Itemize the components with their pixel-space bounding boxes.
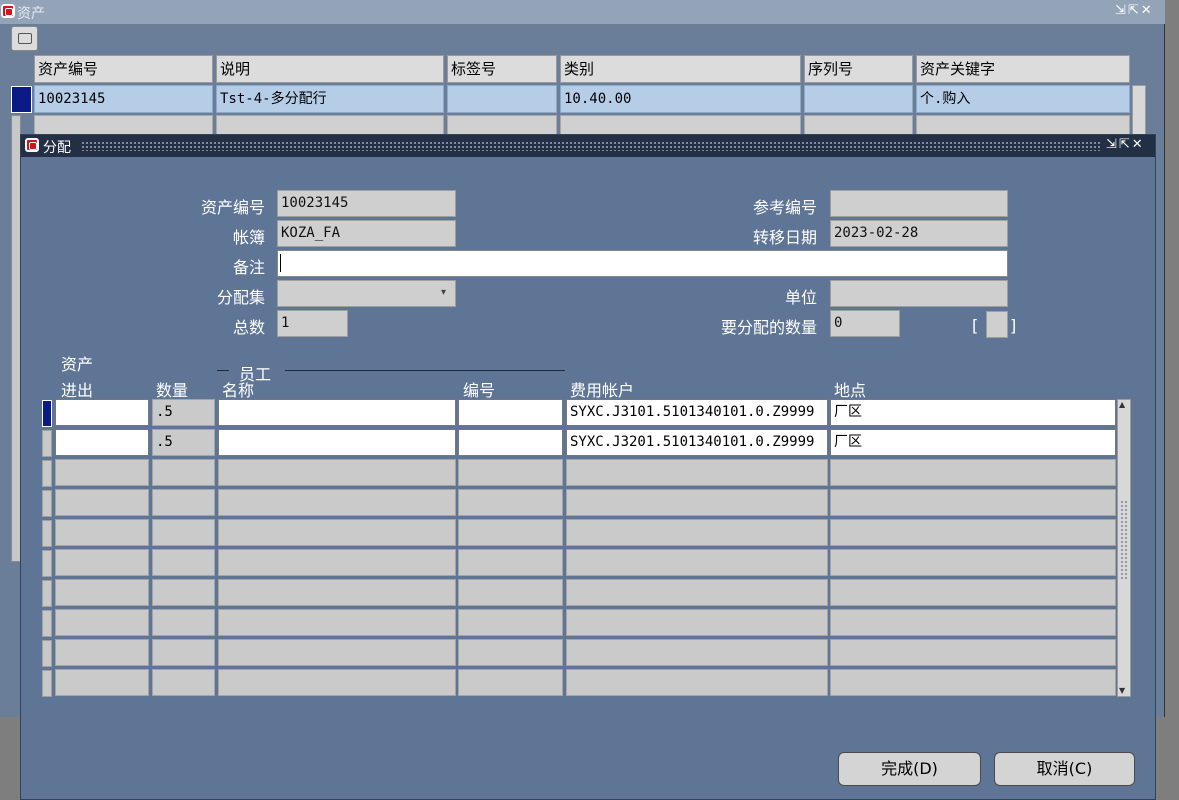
- row-indicator[interactable]: [42, 400, 52, 427]
- folder-icon: [18, 33, 32, 44]
- table-cell-location[interactable]: [830, 609, 1116, 636]
- table-cell-in-out[interactable]: [55, 489, 149, 516]
- table-cell-expense-account[interactable]: [566, 519, 828, 546]
- table-cell-location[interactable]: 厂区: [830, 429, 1116, 456]
- assets-scrollbar[interactable]: [1132, 85, 1146, 135]
- table-cell-location[interactable]: [830, 669, 1116, 696]
- row-indicator[interactable]: [11, 86, 32, 113]
- table-cell-name[interactable]: [218, 489, 456, 516]
- table-cell-number[interactable]: [458, 489, 563, 516]
- table-cell-location[interactable]: [830, 459, 1116, 486]
- table-cell-expense-account[interactable]: SYXC.J3201.5101340101.0.Z9999: [566, 429, 828, 456]
- table-cell-in-out[interactable]: [55, 639, 149, 666]
- done-button[interactable]: 完成(D): [838, 752, 981, 786]
- cancel-button[interactable]: 取消(C): [994, 752, 1135, 786]
- col-description: 说明: [216, 55, 444, 83]
- table-cell-expense-account[interactable]: SYXC.J3101.5101340101.0.Z9999: [566, 399, 828, 426]
- table-cell-number[interactable]: [458, 609, 563, 636]
- table-cell-number[interactable]: [458, 399, 563, 426]
- table-cell-qty[interactable]: [152, 519, 215, 546]
- table-cell-expense-account[interactable]: [566, 669, 828, 696]
- table-cell-in-out[interactable]: [55, 609, 149, 636]
- table-cell-qty[interactable]: [152, 549, 215, 576]
- table-cell-expense-account[interactable]: [566, 579, 828, 606]
- grid-scrollbar[interactable]: ▲ ▼: [1117, 399, 1131, 697]
- table-cell-expense-account[interactable]: [566, 609, 828, 636]
- table-cell-number[interactable]: [458, 669, 563, 696]
- scroll-thumb[interactable]: [1120, 500, 1128, 580]
- col-category: 类别: [560, 55, 801, 83]
- table-cell-location[interactable]: [830, 579, 1116, 606]
- cell-description[interactable]: Tst-4-多分配行: [216, 85, 444, 113]
- distribution-grid: .5 SYXC.J3101.5101340101.0.Z9999 厂区 .5 SYXC.…: [21, 135, 1155, 735]
- table-cell-qty[interactable]: .5: [152, 399, 215, 426]
- table-cell-qty[interactable]: [152, 459, 215, 486]
- table-cell-number[interactable]: [458, 579, 563, 606]
- oracle-logo-icon: [1, 4, 15, 18]
- folder-open-button[interactable]: [11, 26, 38, 51]
- col-asset-key: 资产关键字: [916, 55, 1130, 83]
- table-cell-in-out[interactable]: [55, 669, 149, 696]
- table-cell-name[interactable]: [218, 579, 456, 606]
- row-indicator[interactable]: [42, 460, 52, 487]
- table-cell-location[interactable]: [830, 639, 1116, 666]
- table-cell-name[interactable]: [218, 459, 456, 486]
- table-cell-expense-account[interactable]: [566, 459, 828, 486]
- col-tag-number: 标签号: [447, 55, 557, 83]
- table-cell-qty[interactable]: [152, 609, 215, 636]
- scroll-up-icon[interactable]: ▲: [1119, 401, 1125, 409]
- row-indicator[interactable]: [42, 430, 52, 457]
- table-cell-name[interactable]: [218, 639, 456, 666]
- table-cell-number[interactable]: [458, 519, 563, 546]
- table-cell-name[interactable]: [218, 399, 456, 426]
- table-cell-qty[interactable]: [152, 669, 215, 696]
- table-cell-name[interactable]: [218, 609, 456, 636]
- window-controls[interactable]: ⇲⇱✕: [1115, 3, 1154, 18]
- cell-serial-number[interactable]: [804, 85, 913, 113]
- row-indicator[interactable]: [42, 490, 52, 517]
- cell-asset-key[interactable]: 个.购入: [916, 85, 1130, 113]
- table-cell-name[interactable]: [218, 549, 456, 576]
- assets-window-titlebar: 资产 ⇲⇱✕: [0, 0, 1165, 24]
- table-cell-in-out[interactable]: [55, 459, 149, 486]
- table-cell-qty[interactable]: [152, 489, 215, 516]
- table-cell-expense-account[interactable]: [566, 489, 828, 516]
- row-indicator[interactable]: [42, 520, 52, 547]
- table-cell-name[interactable]: [218, 519, 456, 546]
- table-cell-expense-account[interactable]: [566, 639, 828, 666]
- row-indicator[interactable]: [42, 670, 52, 697]
- table-cell-name[interactable]: [218, 669, 456, 696]
- row-indicator[interactable]: [42, 640, 52, 667]
- cell-category[interactable]: 10.40.00: [560, 85, 801, 113]
- distribution-dialog: 分配 ⇲⇱✕ 资产编号 10023145 帐簿 KOZA_FA 备注 分配集 ▾…: [20, 134, 1156, 800]
- table-cell-qty[interactable]: .5: [152, 429, 215, 456]
- row-indicator[interactable]: [42, 580, 52, 607]
- col-serial-number: 序列号: [804, 55, 913, 83]
- table-cell-in-out[interactable]: [55, 579, 149, 606]
- table-cell-name[interactable]: [218, 429, 456, 456]
- table-cell-number[interactable]: [458, 549, 563, 576]
- table-cell-location[interactable]: [830, 489, 1116, 516]
- table-cell-number[interactable]: [458, 459, 563, 486]
- table-cell-number[interactable]: [458, 639, 563, 666]
- cell-asset-number[interactable]: 10023145: [34, 85, 213, 113]
- assets-window-title: 资产: [17, 6, 45, 22]
- table-cell-qty[interactable]: [152, 639, 215, 666]
- table-cell-in-out[interactable]: [55, 519, 149, 546]
- table-cell-in-out[interactable]: [55, 429, 149, 456]
- table-cell-qty[interactable]: [152, 579, 215, 606]
- table-cell-expense-account[interactable]: [566, 549, 828, 576]
- table-cell-location[interactable]: [830, 549, 1116, 576]
- row-indicator[interactable]: [42, 610, 52, 637]
- col-asset-number: 资产编号: [34, 55, 213, 83]
- table-cell-in-out[interactable]: [55, 549, 149, 576]
- table-cell-in-out[interactable]: [55, 399, 149, 426]
- cell-tag-number[interactable]: [447, 85, 557, 113]
- scroll-down-icon[interactable]: ▼: [1119, 687, 1125, 695]
- table-cell-location[interactable]: [830, 519, 1116, 546]
- row-indicator[interactable]: [42, 550, 52, 577]
- table-cell-location[interactable]: 厂区: [830, 399, 1116, 426]
- table-cell-number[interactable]: [458, 429, 563, 456]
